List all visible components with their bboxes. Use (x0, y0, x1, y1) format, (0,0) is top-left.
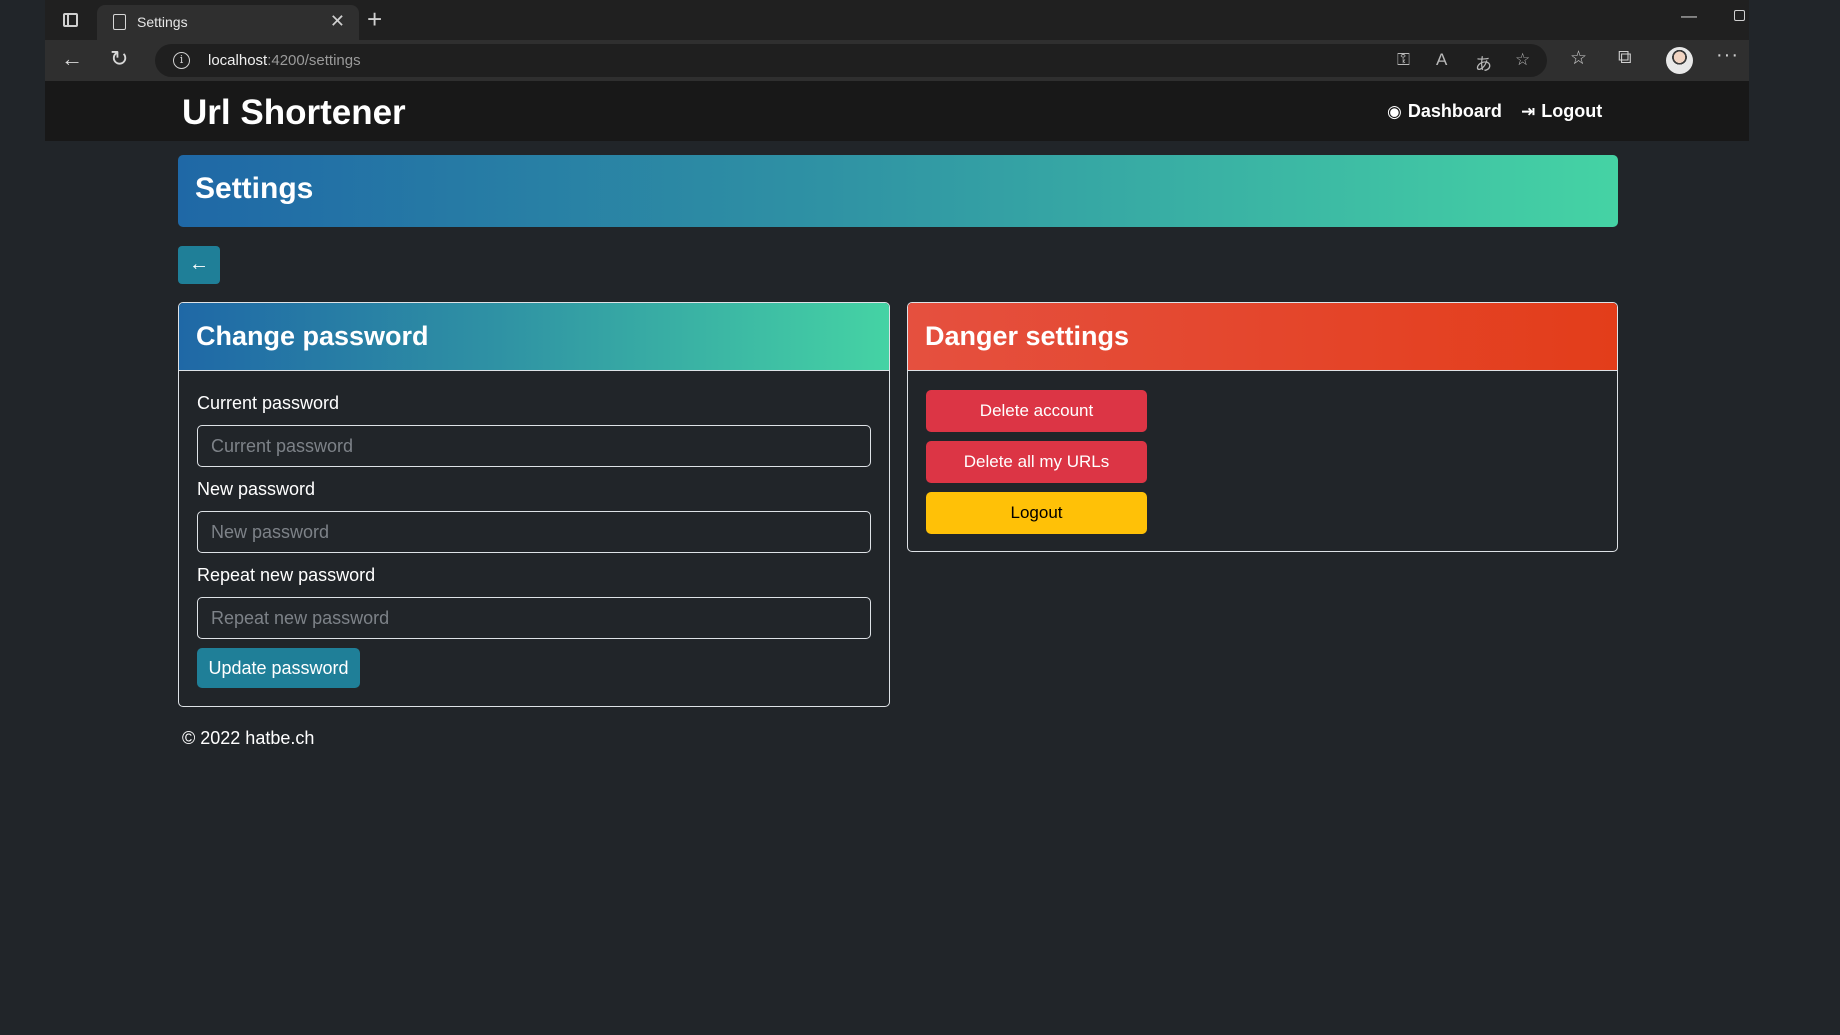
url-text[interactable]: localhost:4200/settings (208, 52, 361, 69)
change-password-header: Change password (179, 303, 889, 371)
arrow-left-icon: ← (189, 253, 209, 275)
minimize-icon[interactable]: — (1681, 8, 1697, 26)
collections-icon[interactable]: ⧉ (1618, 47, 1632, 69)
current-password-input[interactable] (197, 425, 871, 467)
update-password-button[interactable]: Update password (197, 648, 360, 688)
app-navbar: Url Shortener ◉ Dashboard ⇥ Logout (45, 81, 1749, 141)
favorites-icon[interactable]: ☆ (1570, 47, 1587, 70)
new-tab-icon[interactable]: + (367, 4, 382, 34)
key-icon[interactable]: ⚿ (1397, 50, 1410, 70)
reload-icon[interactable]: ↻ (110, 46, 128, 72)
browser-chrome: Settings ✕ + — ← ↻ i localhost:4200/sett… (45, 0, 1749, 81)
dashboard-icon: ◉ (1387, 102, 1402, 121)
repeat-password-label: Repeat new password (197, 565, 376, 585)
change-password-card: Change password Current password New pas… (178, 302, 890, 707)
danger-settings-title: Danger settings (925, 321, 1130, 351)
danger-settings-header: Danger settings (908, 303, 1617, 371)
repeat-password-input[interactable] (197, 597, 871, 639)
address-bar[interactable]: i localhost:4200/settings ⚿ A あ ☆ (155, 44, 1547, 77)
back-icon[interactable]: ← (61, 46, 83, 72)
page-icon (113, 14, 126, 30)
danger-settings-card: Danger settings Delete account Delete al… (907, 302, 1618, 552)
translate-icon[interactable]: あ (1475, 50, 1492, 75)
close-tab-icon[interactable]: ✕ (330, 11, 345, 31)
brand-title[interactable]: Url Shortener (182, 93, 406, 133)
new-password-input[interactable] (197, 511, 871, 553)
info-icon[interactable]: i (173, 52, 190, 69)
profile-avatar[interactable] (1666, 47, 1693, 74)
read-aloud-icon[interactable]: A (1436, 50, 1447, 70)
current-password-label: Current password (197, 393, 340, 413)
more-icon[interactable]: ··· (1716, 44, 1739, 67)
maximize-icon[interactable] (1734, 10, 1745, 21)
change-password-title: Change password (196, 321, 429, 351)
logout-icon: ⇥ (1521, 102, 1536, 121)
footer-copyright: © 2022 hatbe.ch (182, 728, 315, 748)
browser-toolbar: ← ↻ i localhost:4200/settings ⚿ A あ ☆ ☆ … (45, 40, 1749, 81)
tab-actions-icon[interactable] (63, 13, 78, 27)
delete-all-urls-button[interactable]: Delete all my URLs (926, 441, 1147, 483)
add-favorite-icon[interactable]: ☆ (1515, 50, 1530, 70)
browser-tab-bar: Settings ✕ + — (45, 0, 1749, 40)
browser-tab[interactable]: Settings ✕ (97, 5, 359, 40)
logout-button[interactable]: Logout (926, 492, 1147, 534)
delete-account-button[interactable]: Delete account (926, 390, 1147, 432)
back-button[interactable]: ← (178, 246, 220, 284)
tab-title: Settings (137, 14, 188, 30)
new-password-label: New password (197, 479, 316, 499)
logout-link[interactable]: ⇥ Logout (1521, 101, 1602, 122)
page-header-banner: Settings (178, 155, 1618, 227)
page-title: Settings (195, 172, 314, 205)
dashboard-link[interactable]: ◉ Dashboard (1387, 101, 1502, 122)
